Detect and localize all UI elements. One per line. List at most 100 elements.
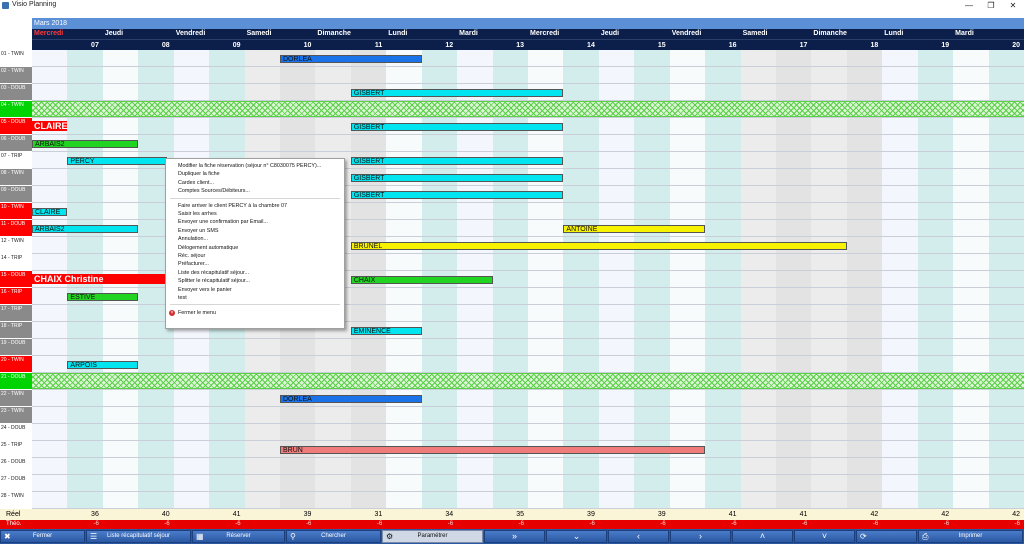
room-label[interactable]: 23 - TWIN <box>0 407 32 424</box>
day-name-header[interactable]: Samedi <box>743 29 814 39</box>
context-menu-item[interactable]: Liste des récapitulatif séjour... <box>178 269 249 277</box>
reservation-bar[interactable]: BRUN <box>280 446 706 454</box>
reservation-bar[interactable]: ARPOIS <box>67 361 139 369</box>
reservation-bar[interactable]: GISBERT <box>350 89 564 97</box>
calendar-button[interactable]: ▦ Réserver <box>192 530 285 543</box>
restore-button[interactable]: ❐ <box>980 0 1002 11</box>
list-button[interactable]: ☰ Liste récapitulatif séjour <box>86 530 191 543</box>
day-name-header[interactable]: Mardi <box>955 29 1024 39</box>
day-number-header[interactable]: 08 <box>103 40 174 50</box>
room-label[interactable]: 17 - TRIP <box>0 305 32 322</box>
room-label[interactable]: 02 - TWIN <box>0 67 32 84</box>
room-label[interactable]: 21 - DOUB <box>0 373 32 390</box>
day-name-header[interactable]: Dimanche <box>317 29 388 39</box>
room-label[interactable]: 22 - TWIN <box>0 390 32 407</box>
chevron-left-button[interactable]: ‹ <box>608 530 669 543</box>
print-button[interactable]: ⎙ Imprimer <box>918 530 1023 543</box>
context-menu-item[interactable]: Cardex client... <box>178 179 214 187</box>
reservation-bar[interactable]: DORLEA <box>280 55 422 63</box>
room-label[interactable]: 09 - DOUB <box>0 186 32 203</box>
room-label[interactable]: 19 - DOUB <box>0 339 32 356</box>
reservation-bar[interactable]: ANTOINE <box>563 225 706 233</box>
reservation-bar[interactable]: CLAIRE <box>32 121 68 131</box>
close-button[interactable]: ✖ Fermer <box>0 530 85 543</box>
reservation-bar[interactable]: GISBERT <box>350 191 564 199</box>
reservation-bar[interactable]: CHAIX <box>350 276 493 284</box>
room-label[interactable]: 04 - TWIN <box>0 101 32 118</box>
chevron-double-down-button[interactable]: ⌄ <box>546 530 607 543</box>
minimize-button[interactable]: — <box>958 0 980 11</box>
chevron-right-button[interactable]: › <box>670 530 731 543</box>
settings-button[interactable]: ⚙ Paramétrer <box>382 530 483 543</box>
context-menu-item[interactable]: Splitter le récapitulatif séjour... <box>178 277 250 285</box>
day-name-header[interactable]: Lundi <box>884 29 955 39</box>
context-menu-item[interactable]: Envoyer une confirmation par Email... <box>178 218 268 226</box>
day-name-header[interactable]: Mercredi <box>530 29 601 39</box>
day-name-header[interactable]: Dimanche <box>813 29 884 39</box>
room-label[interactable]: 26 - DOUB <box>0 458 32 475</box>
close-window-button[interactable]: ✕ <box>1002 0 1024 11</box>
context-menu-item[interactable]: Envoyer vers le panier <box>178 286 232 294</box>
room-label[interactable]: 16 - TRIP <box>0 288 32 305</box>
reservation-bar[interactable]: GISBERT <box>350 123 564 131</box>
reservation-bar[interactable]: ESTIVE <box>67 293 139 301</box>
day-number-header[interactable]: 20 <box>953 40 1024 50</box>
day-name-header[interactable]: Samedi <box>247 29 318 39</box>
chevron-down-button[interactable]: ˅ <box>794 530 855 543</box>
day-name-header[interactable]: Jeudi <box>601 29 672 39</box>
room-label[interactable]: 28 - TWIN <box>0 492 32 509</box>
context-menu-item[interactable]: Délogement automatique <box>178 244 238 252</box>
reservation-bar[interactable]: DORLEA <box>280 395 422 403</box>
day-number-header[interactable]: 12 <box>386 40 457 50</box>
day-number-header[interactable]: 15 <box>599 40 670 50</box>
room-label[interactable]: 12 - TWIN <box>0 237 32 254</box>
context-menu-item[interactable]: Modifier la fiche réservation (séjour n°… <box>178 162 321 170</box>
day-name-header[interactable]: Jeudi <box>105 29 176 39</box>
room-label[interactable]: 10 - TWIN <box>0 203 32 220</box>
day-number-header[interactable]: 16 <box>670 40 741 50</box>
context-menu-item[interactable]: Comptes Sources/Débiteurs... <box>178 187 250 195</box>
day-number-header[interactable]: 13 <box>457 40 528 50</box>
reservation-bar[interactable]: ARBAIS2 <box>32 140 139 148</box>
reservation-bar[interactable]: EMINENCE <box>350 327 422 335</box>
reservation-bar[interactable]: BRUNEL <box>350 242 847 250</box>
day-number-header[interactable]: 18 <box>811 40 882 50</box>
reservation-bar[interactable]: CHAIX Christine <box>32 274 167 284</box>
reservation-bar[interactable]: GISBERT <box>350 174 564 182</box>
reservation-bar[interactable]: GISBERT <box>350 157 564 165</box>
room-label[interactable]: 24 - DOUB <box>0 424 32 441</box>
day-name-header[interactable]: Vendredi <box>176 29 247 39</box>
fast-forward-button[interactable]: » <box>484 530 545 543</box>
reservation-bar[interactable]: ARBAIS2 <box>32 225 139 233</box>
room-label[interactable]: 07 - TRIP <box>0 152 32 169</box>
search-button[interactable]: ⚲ Chercher <box>286 530 381 543</box>
day-number-header[interactable]: 10 <box>245 40 316 50</box>
context-menu-item[interactable]: Faire arriver le client PERCY à la chamb… <box>178 202 287 210</box>
day-number-header[interactable]: 07 <box>32 40 103 50</box>
day-name-header[interactable]: Mardi <box>459 29 530 39</box>
room-label[interactable]: 11 - DOUB <box>0 220 32 237</box>
blocked-room-row[interactable] <box>32 101 1024 117</box>
room-label[interactable]: 05 - DOUB <box>0 118 32 135</box>
room-label[interactable]: 15 - DOUB <box>0 271 32 288</box>
context-menu-item[interactable]: Réc. séjour <box>178 252 205 260</box>
room-label[interactable]: 25 - TRIP <box>0 441 32 458</box>
day-name-header[interactable]: Vendredi <box>672 29 743 39</box>
context-menu-item[interactable]: Dupliquer la fiche <box>178 170 220 178</box>
room-label[interactable]: 27 - DOUB <box>0 475 32 492</box>
reservation-bar[interactable]: CLAIRE <box>32 208 68 216</box>
blocked-room-row[interactable] <box>32 373 1024 389</box>
context-menu-item[interactable]: test <box>178 294 187 302</box>
room-label[interactable]: 06 - DOUB <box>0 135 32 152</box>
room-label[interactable]: 18 - TRIP <box>0 322 32 339</box>
context-menu-item[interactable]: Saisir les arrhes <box>178 210 217 218</box>
chevron-up-button[interactable]: ˄ <box>732 530 793 543</box>
reservation-bar[interactable]: PERCY <box>67 157 167 165</box>
room-label[interactable]: 14 - TRIP <box>0 254 32 271</box>
room-label[interactable]: 20 - TWIN <box>0 356 32 373</box>
context-menu-item[interactable]: Envoyer un SMS <box>178 227 218 235</box>
context-menu-item[interactable]: Annulation... <box>178 235 208 243</box>
day-number-header[interactable]: 14 <box>528 40 599 50</box>
room-label[interactable]: 01 - TWIN <box>0 50 32 67</box>
room-label[interactable]: 08 - TWIN <box>0 169 32 186</box>
